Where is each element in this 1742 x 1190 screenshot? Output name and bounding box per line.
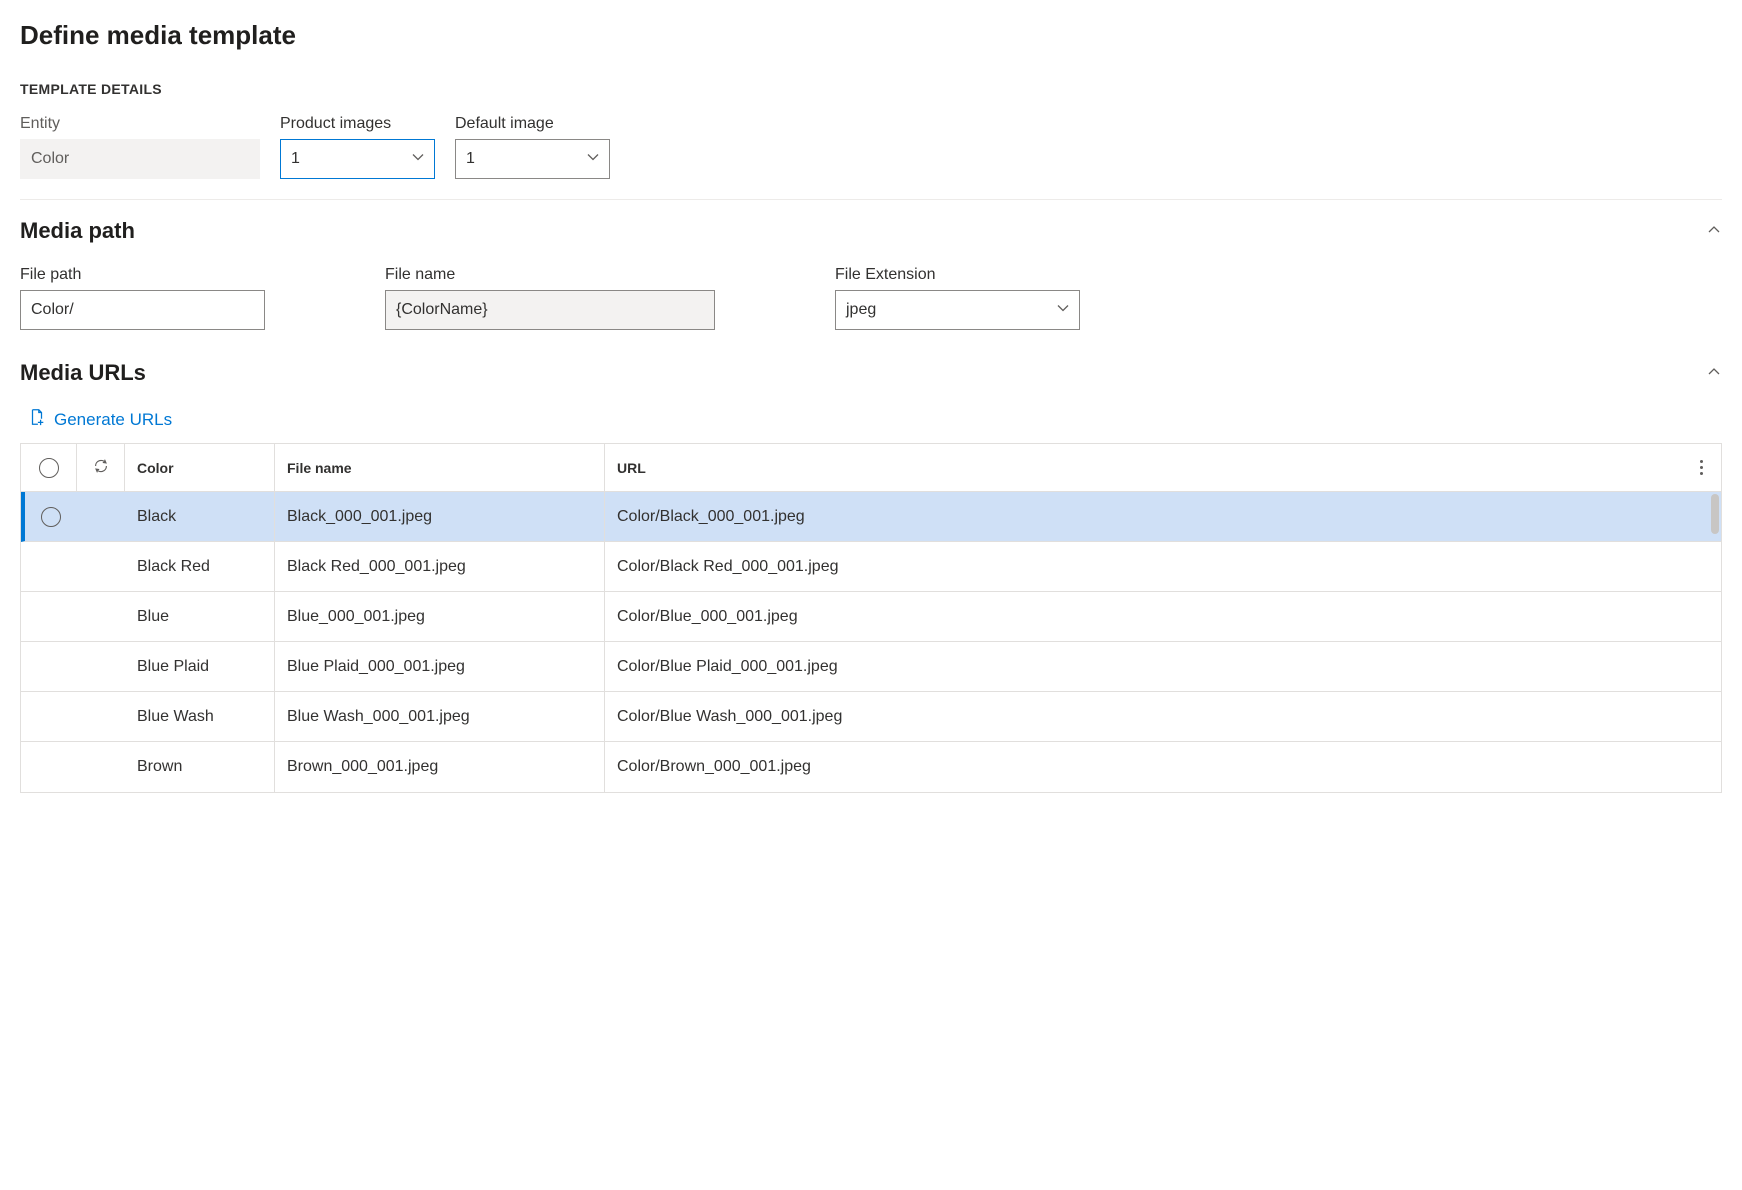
chevron-up-icon [1706,222,1722,241]
media-urls-header[interactable]: Media URLs [20,360,1722,386]
file-extension-field: File Extension jpeg [835,266,1080,330]
row-spacer [77,592,125,641]
media-path-header[interactable]: Media path [20,218,1722,244]
cell-color: Blue Plaid [125,642,275,691]
file-name-label: File name [385,266,715,284]
row-select-cell[interactable] [25,492,77,541]
cell-color: Black Red [125,542,275,591]
cell-url: Color/Black Red_000_001.jpeg [605,542,1721,591]
cell-filename: Blue Wash_000_001.jpeg [275,692,605,741]
generate-urls-button[interactable]: Generate URLs [28,408,172,431]
grid-header-row: Color File name URL [21,444,1721,492]
file-extension-label: File Extension [835,266,1080,284]
entity-label: Entity [20,115,260,133]
row-radio[interactable] [41,507,61,527]
cell-filename: Brown_000_001.jpeg [275,742,605,792]
entity-input [20,139,260,179]
divider [20,199,1722,200]
chevron-up-icon [1706,364,1722,383]
refresh-icon [92,457,110,478]
row-spacer [77,742,125,792]
file-extension-value: jpeg [846,301,876,319]
default-image-select[interactable]: 1 [455,139,610,179]
product-images-select[interactable]: 1 [280,139,435,179]
document-plus-icon [28,408,46,431]
cell-color: Blue Wash [125,692,275,741]
row-select-cell[interactable] [21,642,77,691]
table-row[interactable]: Blue WashBlue Wash_000_001.jpegColor/Blu… [21,692,1721,742]
cell-color: Brown [125,742,275,792]
cell-filename: Black_000_001.jpeg [275,492,605,541]
page-title: Define media template [20,20,1722,51]
default-image-label: Default image [455,115,610,133]
column-header-url[interactable]: URL [605,444,1681,491]
cell-url: Color/Blue Plaid_000_001.jpeg [605,642,1721,691]
more-vertical-icon [1700,460,1703,475]
product-images-label: Product images [280,115,435,133]
row-spacer [77,692,125,741]
refresh-cell[interactable] [77,444,125,491]
default-image-value: 1 [466,150,475,168]
table-row[interactable]: BrownBrown_000_001.jpegColor/Brown_000_0… [21,742,1721,792]
scrollbar-thumb[interactable] [1711,494,1719,534]
row-select-cell[interactable] [21,542,77,591]
row-select-cell[interactable] [21,742,77,792]
file-path-input[interactable] [20,290,265,330]
row-select-cell[interactable] [21,592,77,641]
row-select-cell[interactable] [21,692,77,741]
file-name-input [385,290,715,330]
table-row[interactable]: Blue PlaidBlue Plaid_000_001.jpegColor/B… [21,642,1721,692]
table-row[interactable]: BlackBlack_000_001.jpegColor/Black_000_0… [21,492,1721,542]
cell-url: Color/Black_000_001.jpeg [605,492,1721,541]
cell-url: Color/Blue Wash_000_001.jpeg [605,692,1721,741]
cell-filename: Blue Plaid_000_001.jpeg [275,642,605,691]
entity-field: Entity [20,115,260,179]
cell-url: Color/Brown_000_001.jpeg [605,742,1721,792]
row-spacer [77,492,125,541]
cell-url: Color/Blue_000_001.jpeg [605,592,1721,641]
media-urls-title: Media URLs [20,360,146,386]
file-path-label: File path [20,266,265,284]
file-extension-select[interactable]: jpeg [835,290,1080,330]
select-all-radio[interactable] [39,458,59,478]
grid-options-button[interactable] [1681,444,1721,491]
template-details-row: Entity Product images 1 Default image 1 [20,115,1722,179]
cell-filename: Blue_000_001.jpeg [275,592,605,641]
file-name-field: File name [385,266,715,330]
table-row[interactable]: BlueBlue_000_001.jpegColor/Blue_000_001.… [21,592,1721,642]
media-path-title: Media path [20,218,135,244]
column-header-color[interactable]: Color [125,444,275,491]
default-image-field: Default image 1 [455,115,610,179]
template-details-label: TEMPLATE DETAILS [20,81,1722,97]
select-all-cell[interactable] [21,444,77,491]
product-images-value: 1 [291,150,300,168]
grid-body: BlackBlack_000_001.jpegColor/Black_000_0… [21,492,1721,792]
cell-color: Black [125,492,275,541]
media-path-row: File path File name File Extension jpeg [20,266,1722,330]
row-spacer [77,642,125,691]
product-images-field: Product images 1 [280,115,435,179]
cell-filename: Black Red_000_001.jpeg [275,542,605,591]
cell-color: Blue [125,592,275,641]
generate-urls-label: Generate URLs [54,410,172,430]
urls-grid: Color File name URL BlackBlack_000_001.j… [20,443,1722,793]
table-row[interactable]: Black RedBlack Red_000_001.jpegColor/Bla… [21,542,1721,592]
column-header-filename[interactable]: File name [275,444,605,491]
row-spacer [77,542,125,591]
file-path-field: File path [20,266,265,330]
